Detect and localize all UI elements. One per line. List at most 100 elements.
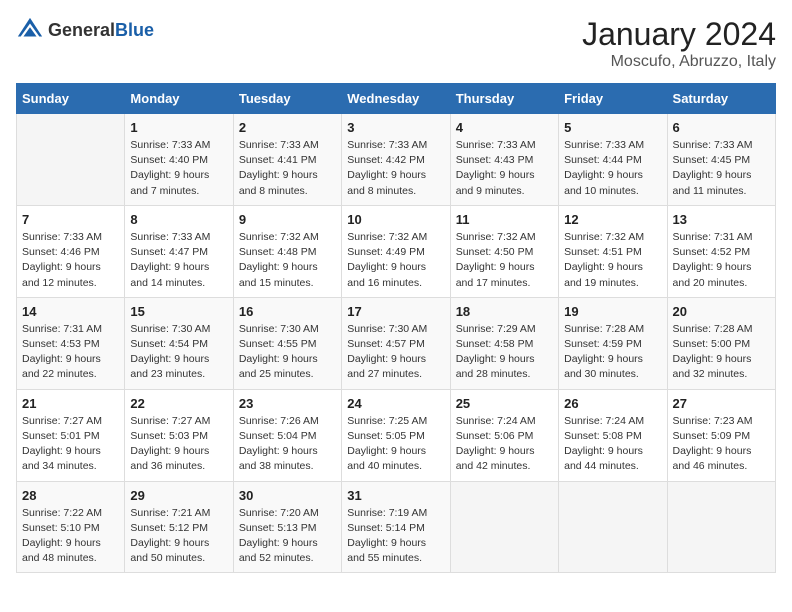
- day-info: Sunrise: 7:30 AMSunset: 4:57 PMDaylight:…: [347, 322, 444, 383]
- logo-blue: Blue: [115, 20, 154, 40]
- logo-icon: [16, 16, 44, 44]
- page-header: GeneralBlue January 2024 Moscufo, Abruzz…: [16, 16, 776, 71]
- calendar-cell: 19 Sunrise: 7:28 AMSunset: 4:59 PMDayligh…: [559, 297, 667, 389]
- calendar-cell: [17, 114, 125, 206]
- calendar-cell: 7 Sunrise: 7:33 AMSunset: 4:46 PMDaylight…: [17, 205, 125, 297]
- day-info: Sunrise: 7:33 AMSunset: 4:47 PMDaylight:…: [130, 230, 227, 291]
- day-number: 14: [22, 304, 119, 319]
- day-number: 29: [130, 488, 227, 503]
- day-number: 7: [22, 212, 119, 227]
- calendar-cell: 20Sunrise: 7:28 AMSunset: 5:00 PMDayligh…: [667, 297, 775, 389]
- day-number: 18: [456, 304, 553, 319]
- main-title: January 2024: [582, 16, 776, 53]
- day-number: 19: [564, 304, 661, 319]
- day-number: 1: [130, 120, 227, 135]
- week-row-1: 1 Sunrise: 7:33 AMSunset: 4:40 PMDaylight…: [17, 114, 776, 206]
- column-header-friday: Friday: [559, 84, 667, 114]
- day-info: Sunrise: 7:30 AMSunset: 4:54 PMDaylight:…: [130, 322, 227, 383]
- day-number: 21: [22, 396, 119, 411]
- day-info: Sunrise: 7:33 AMSunset: 4:42 PMDaylight:…: [347, 138, 444, 199]
- day-info: Sunrise: 7:25 AMSunset: 5:05 PMDaylight:…: [347, 414, 444, 475]
- calendar-cell: 14 Sunrise: 7:31 AMSunset: 4:53 PMDayligh…: [17, 297, 125, 389]
- day-number: 2: [239, 120, 336, 135]
- calendar-cell: 16 Sunrise: 7:30 AMSunset: 4:55 PMDayligh…: [233, 297, 341, 389]
- day-number: 16: [239, 304, 336, 319]
- day-info: Sunrise: 7:27 AMSunset: 5:03 PMDaylight:…: [130, 414, 227, 475]
- calendar-cell: 11 Sunrise: 7:32 AMSunset: 4:50 PMDayligh…: [450, 205, 558, 297]
- day-number: 25: [456, 396, 553, 411]
- day-info: Sunrise: 7:30 AMSunset: 4:55 PMDaylight:…: [239, 322, 336, 383]
- day-header-row: SundayMondayTuesdayWednesdayThursdayFrid…: [17, 84, 776, 114]
- day-info: Sunrise: 7:23 AMSunset: 5:09 PMDaylight:…: [673, 414, 770, 475]
- day-number: 24: [347, 396, 444, 411]
- day-number: 22: [130, 396, 227, 411]
- day-info: Sunrise: 7:24 AMSunset: 5:08 PMDaylight:…: [564, 414, 661, 475]
- column-header-monday: Monday: [125, 84, 233, 114]
- day-info: Sunrise: 7:20 AMSunset: 5:13 PMDaylight:…: [239, 506, 336, 567]
- column-header-sunday: Sunday: [17, 84, 125, 114]
- day-info: Sunrise: 7:24 AMSunset: 5:06 PMDaylight:…: [456, 414, 553, 475]
- day-info: Sunrise: 7:33 AMSunset: 4:40 PMDaylight:…: [130, 138, 227, 199]
- day-number: 5: [564, 120, 661, 135]
- calendar-cell: 1 Sunrise: 7:33 AMSunset: 4:40 PMDaylight…: [125, 114, 233, 206]
- day-info: Sunrise: 7:33 AMSunset: 4:44 PMDaylight:…: [564, 138, 661, 199]
- calendar-cell: 18Sunrise: 7:29 AMSunset: 4:58 PMDayligh…: [450, 297, 558, 389]
- calendar-table: SundayMondayTuesdayWednesdayThursdayFrid…: [16, 83, 776, 573]
- day-info: Sunrise: 7:19 AMSunset: 5:14 PMDaylight:…: [347, 506, 444, 567]
- column-header-saturday: Saturday: [667, 84, 775, 114]
- calendar-cell: 22 Sunrise: 7:27 AMSunset: 5:03 PMDayligh…: [125, 389, 233, 481]
- calendar-cell: 26 Sunrise: 7:24 AMSunset: 5:08 PMDayligh…: [559, 389, 667, 481]
- day-info: Sunrise: 7:32 AMSunset: 4:51 PMDaylight:…: [564, 230, 661, 291]
- day-info: Sunrise: 7:28 AMSunset: 4:59 PMDaylight:…: [564, 322, 661, 383]
- day-info: Sunrise: 7:33 AMSunset: 4:43 PMDaylight:…: [456, 138, 553, 199]
- calendar-cell: 13Sunrise: 7:31 AMSunset: 4:52 PMDayligh…: [667, 205, 775, 297]
- day-number: 15: [130, 304, 227, 319]
- calendar-cell: [667, 481, 775, 573]
- week-row-5: 28 Sunrise: 7:22 AMSunset: 5:10 PMDayligh…: [17, 481, 776, 573]
- column-header-wednesday: Wednesday: [342, 84, 450, 114]
- day-info: Sunrise: 7:26 AMSunset: 5:04 PMDaylight:…: [239, 414, 336, 475]
- calendar-cell: 5 Sunrise: 7:33 AMSunset: 4:44 PMDaylight…: [559, 114, 667, 206]
- calendar-cell: 8Sunrise: 7:33 AMSunset: 4:47 PMDaylight…: [125, 205, 233, 297]
- logo: GeneralBlue: [16, 16, 154, 44]
- calendar-cell: 6 Sunrise: 7:33 AMSunset: 4:45 PMDaylight…: [667, 114, 775, 206]
- column-header-thursday: Thursday: [450, 84, 558, 114]
- title-area: January 2024 Moscufo, Abruzzo, Italy: [582, 16, 776, 71]
- calendar-cell: [559, 481, 667, 573]
- day-info: Sunrise: 7:33 AMSunset: 4:46 PMDaylight:…: [22, 230, 119, 291]
- day-number: 11: [456, 212, 553, 227]
- calendar-cell: 31 Sunrise: 7:19 AMSunset: 5:14 PMDayligh…: [342, 481, 450, 573]
- calendar-cell: 2Sunrise: 7:33 AMSunset: 4:41 PMDaylight…: [233, 114, 341, 206]
- calendar-cell: 28 Sunrise: 7:22 AMSunset: 5:10 PMDayligh…: [17, 481, 125, 573]
- day-info: Sunrise: 7:32 AMSunset: 4:48 PMDaylight:…: [239, 230, 336, 291]
- day-info: Sunrise: 7:28 AMSunset: 5:00 PMDaylight:…: [673, 322, 770, 383]
- calendar-cell: 23 Sunrise: 7:26 AMSunset: 5:04 PMDayligh…: [233, 389, 341, 481]
- day-number: 10: [347, 212, 444, 227]
- day-number: 13: [673, 212, 770, 227]
- day-number: 31: [347, 488, 444, 503]
- week-row-3: 14 Sunrise: 7:31 AMSunset: 4:53 PMDayligh…: [17, 297, 776, 389]
- day-number: 3: [347, 120, 444, 135]
- calendar-cell: 9Sunrise: 7:32 AMSunset: 4:48 PMDaylight…: [233, 205, 341, 297]
- day-info: Sunrise: 7:31 AMSunset: 4:53 PMDaylight:…: [22, 322, 119, 383]
- calendar-cell: 21 Sunrise: 7:27 AMSunset: 5:01 PMDayligh…: [17, 389, 125, 481]
- day-number: 26: [564, 396, 661, 411]
- day-info: Sunrise: 7:32 AMSunset: 4:49 PMDaylight:…: [347, 230, 444, 291]
- calendar-cell: 25 Sunrise: 7:24 AMSunset: 5:06 PMDayligh…: [450, 389, 558, 481]
- calendar-cell: 12Sunrise: 7:32 AMSunset: 4:51 PMDayligh…: [559, 205, 667, 297]
- calendar-cell: 10 Sunrise: 7:32 AMSunset: 4:49 PMDayligh…: [342, 205, 450, 297]
- day-number: 30: [239, 488, 336, 503]
- day-number: 6: [673, 120, 770, 135]
- day-info: Sunrise: 7:32 AMSunset: 4:50 PMDaylight:…: [456, 230, 553, 291]
- subtitle: Moscufo, Abruzzo, Italy: [582, 53, 776, 71]
- day-info: Sunrise: 7:33 AMSunset: 4:45 PMDaylight:…: [673, 138, 770, 199]
- week-row-4: 21 Sunrise: 7:27 AMSunset: 5:01 PMDayligh…: [17, 389, 776, 481]
- day-number: 23: [239, 396, 336, 411]
- calendar-cell: 17Sunrise: 7:30 AMSunset: 4:57 PMDayligh…: [342, 297, 450, 389]
- column-header-tuesday: Tuesday: [233, 84, 341, 114]
- day-info: Sunrise: 7:22 AMSunset: 5:10 PMDaylight:…: [22, 506, 119, 567]
- day-info: Sunrise: 7:27 AMSunset: 5:01 PMDaylight:…: [22, 414, 119, 475]
- day-number: 28: [22, 488, 119, 503]
- calendar-cell: 15 Sunrise: 7:30 AMSunset: 4:54 PMDayligh…: [125, 297, 233, 389]
- calendar-cell: [450, 481, 558, 573]
